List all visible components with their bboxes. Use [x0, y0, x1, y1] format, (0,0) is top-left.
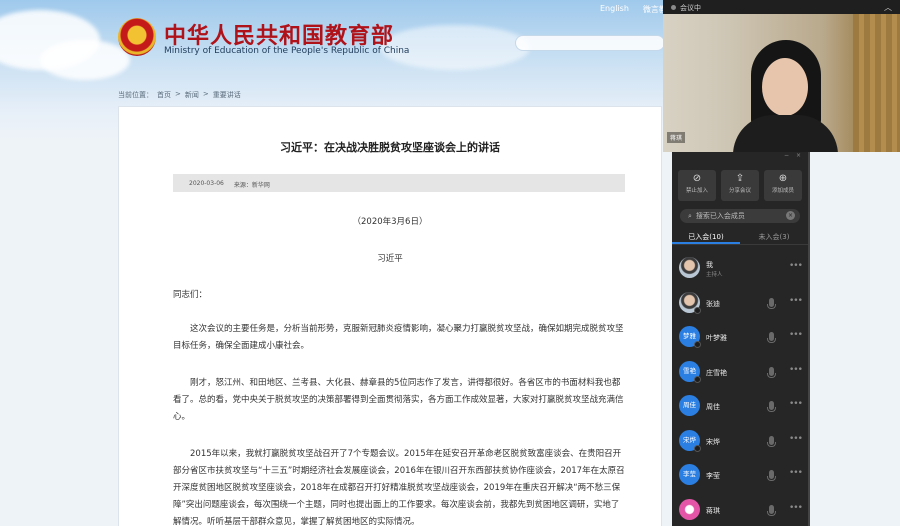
member-tabs: 已入会(10) 未入会(3) [672, 229, 808, 245]
breadcrumb-speeches[interactable]: 重要讲话 [213, 90, 241, 100]
breadcrumb-separator: > [175, 90, 181, 98]
more-options-icon[interactable]: ••• [789, 434, 803, 444]
more-options-icon[interactable]: ••• [789, 503, 803, 513]
article-meta-bar: 2020-03-06 来源：新华网 [173, 174, 625, 192]
members-panel: − × ⊘ 禁止加入 ⇪ 分享会议 ⊕ 添加成员 ⌕ 搜索已入会成员 × 已入会(… [672, 152, 808, 526]
more-options-icon[interactable]: ••• [789, 468, 803, 478]
more-options-icon[interactable]: ••• [789, 365, 803, 375]
avatar: 李莹 [679, 464, 700, 485]
share-icon: ⇪ [735, 173, 745, 184]
breadcrumb-label: 当前位置： [118, 91, 153, 99]
mic-muted-icon[interactable] [767, 401, 776, 412]
member-name: 李莹 [706, 472, 720, 480]
member-name: 叶梦雅 [706, 334, 727, 342]
member-search-input[interactable]: ⌕ 搜索已入会成员 × [680, 209, 800, 223]
video-panel[interactable]: 蒋琪 会议中 ︿ [663, 0, 900, 152]
add-member-button[interactable]: ⊕ 添加成员 [764, 170, 802, 201]
video-background-curtain [853, 14, 900, 152]
tab-joined[interactable]: 已入会(10) [672, 229, 740, 244]
mic-muted-icon[interactable] [767, 504, 776, 516]
national-emblem-logo[interactable] [118, 18, 156, 56]
article-date-line: （2020年3月6日） [352, 217, 428, 227]
mic-muted-icon[interactable] [767, 366, 776, 378]
collapse-chevron-icon[interactable]: ︿ [884, 2, 892, 13]
member-name: 张迪 [706, 299, 720, 308]
article-paragraph: 这次会议的主要任务是，分析当前形势，克服新冠肺炎疫情影响，凝心聚力打赢脱贫攻坚战… [173, 324, 624, 351]
english-link[interactable]: English [600, 4, 629, 15]
minimize-icon[interactable]: − [784, 152, 789, 159]
member-name: 蒋琪 [706, 506, 720, 515]
avatar [679, 257, 700, 278]
article-meta-source: 来源：新华网 [233, 182, 270, 189]
participant-video-face [762, 58, 808, 116]
article-author: 习近平 [377, 254, 403, 264]
video-title: 会议中 [680, 4, 701, 12]
member-row[interactable]: 我 主持人 ••• [672, 251, 808, 286]
article-paragraph: 刚才，怒江州、和田地区、兰考县、大化县、赫章县的5位同志作了发言，讲得都很好。各… [173, 378, 624, 422]
mic-muted-icon[interactable] [767, 435, 776, 447]
member-row[interactable]: 梦雅 叶梦雅 ••• [672, 320, 808, 355]
mic-muted-icon[interactable] [767, 297, 776, 309]
tab-not-joined[interactable]: 未入会(3) [740, 229, 808, 244]
status-dot-icon [671, 5, 676, 10]
members-actions: ⊘ 禁止加入 ⇪ 分享会议 ⊕ 添加成员 [672, 164, 808, 201]
member-name: 周佳 [706, 403, 720, 411]
clear-search-icon[interactable]: × [786, 211, 795, 220]
member-row[interactable]: 蒋琪 ••• [672, 493, 808, 526]
members-scrollbar[interactable] [808, 152, 810, 526]
member-row[interactable]: 张迪 ••• [672, 286, 808, 321]
block-join-button[interactable]: ⊘ 禁止加入 [678, 170, 716, 201]
member-search-placeholder: 搜索已入会成员 [695, 212, 745, 220]
search-icon: ⌕ [688, 212, 692, 220]
more-options-icon[interactable]: ••• [789, 261, 803, 271]
breadcrumb-home[interactable]: 首页 [157, 90, 171, 100]
add-member-label: 添加成员 [771, 188, 794, 194]
mic-muted-icon[interactable] [767, 470, 776, 481]
members-topbar: − × [672, 152, 808, 164]
avatar [679, 498, 700, 520]
phone-badge-icon [694, 444, 701, 452]
article-container: 习近平：在决战决胜脱贫攻坚座谈会上的讲话 2020-03-06 来源：新华网 （… [118, 106, 662, 526]
mic-muted-icon[interactable] [767, 332, 776, 343]
more-options-icon[interactable]: ••• [789, 399, 803, 409]
lock-icon: ⊘ [692, 173, 702, 184]
add-user-icon: ⊕ [778, 173, 788, 184]
more-options-icon[interactable]: ••• [789, 296, 803, 306]
breadcrumb-separator: > [202, 90, 209, 98]
article-paragraph: 同志们： [173, 290, 208, 300]
member-name: 我 [706, 261, 713, 269]
article-paragraph: 2015年以来，我就打赢脱贫攻坚战召开了7个专题会议。2015年在延安召开革命老… [173, 449, 625, 526]
member-name: 庄雪艳 [706, 368, 727, 377]
video-name-tag: 蒋琪 [667, 132, 686, 143]
more-options-icon[interactable]: ••• [789, 330, 803, 340]
share-meeting-button[interactable]: ⇪ 分享会议 [721, 170, 759, 201]
site-search-input[interactable] [515, 35, 665, 51]
member-name: 宋烨 [706, 437, 720, 446]
close-icon[interactable]: × [796, 152, 801, 159]
breadcrumb-news[interactable]: 新闻 [185, 90, 199, 100]
share-meeting-label: 分享会议 [728, 188, 751, 194]
member-list: 我 主持人 ••• 张迪 ••• 梦雅 叶梦雅 ••• 雪艳 庄雪艳 ••• 周… [672, 251, 808, 526]
phone-badge-icon [694, 375, 701, 383]
member-row[interactable]: 雪艳 庄雪艳 ••• [672, 355, 808, 390]
member-role: 主持人 [706, 272, 723, 278]
member-row[interactable]: 李莹 李莹 ••• [672, 458, 808, 493]
video-title-bar: 会议中 ︿ [663, 0, 900, 14]
member-row[interactable]: 宋烨 宋烨 ••• [672, 424, 808, 459]
article-title: 习近平：在决战决胜脱贫攻坚座谈会上的讲话 [280, 141, 500, 154]
breadcrumb: 当前位置： 首页 > 新闻 > 重要讲话 [118, 90, 241, 100]
phone-badge-icon [694, 341, 701, 348]
site-subtitle: Ministry of Education of the People's Re… [164, 46, 410, 56]
article-meta-date: 2020-03-06 [189, 180, 224, 187]
avatar: 周佳 [679, 395, 700, 416]
block-join-label: 禁止加入 [685, 188, 708, 194]
member-row[interactable]: 周佳 周佳 ••• [672, 389, 808, 424]
phone-badge-icon [694, 306, 701, 314]
